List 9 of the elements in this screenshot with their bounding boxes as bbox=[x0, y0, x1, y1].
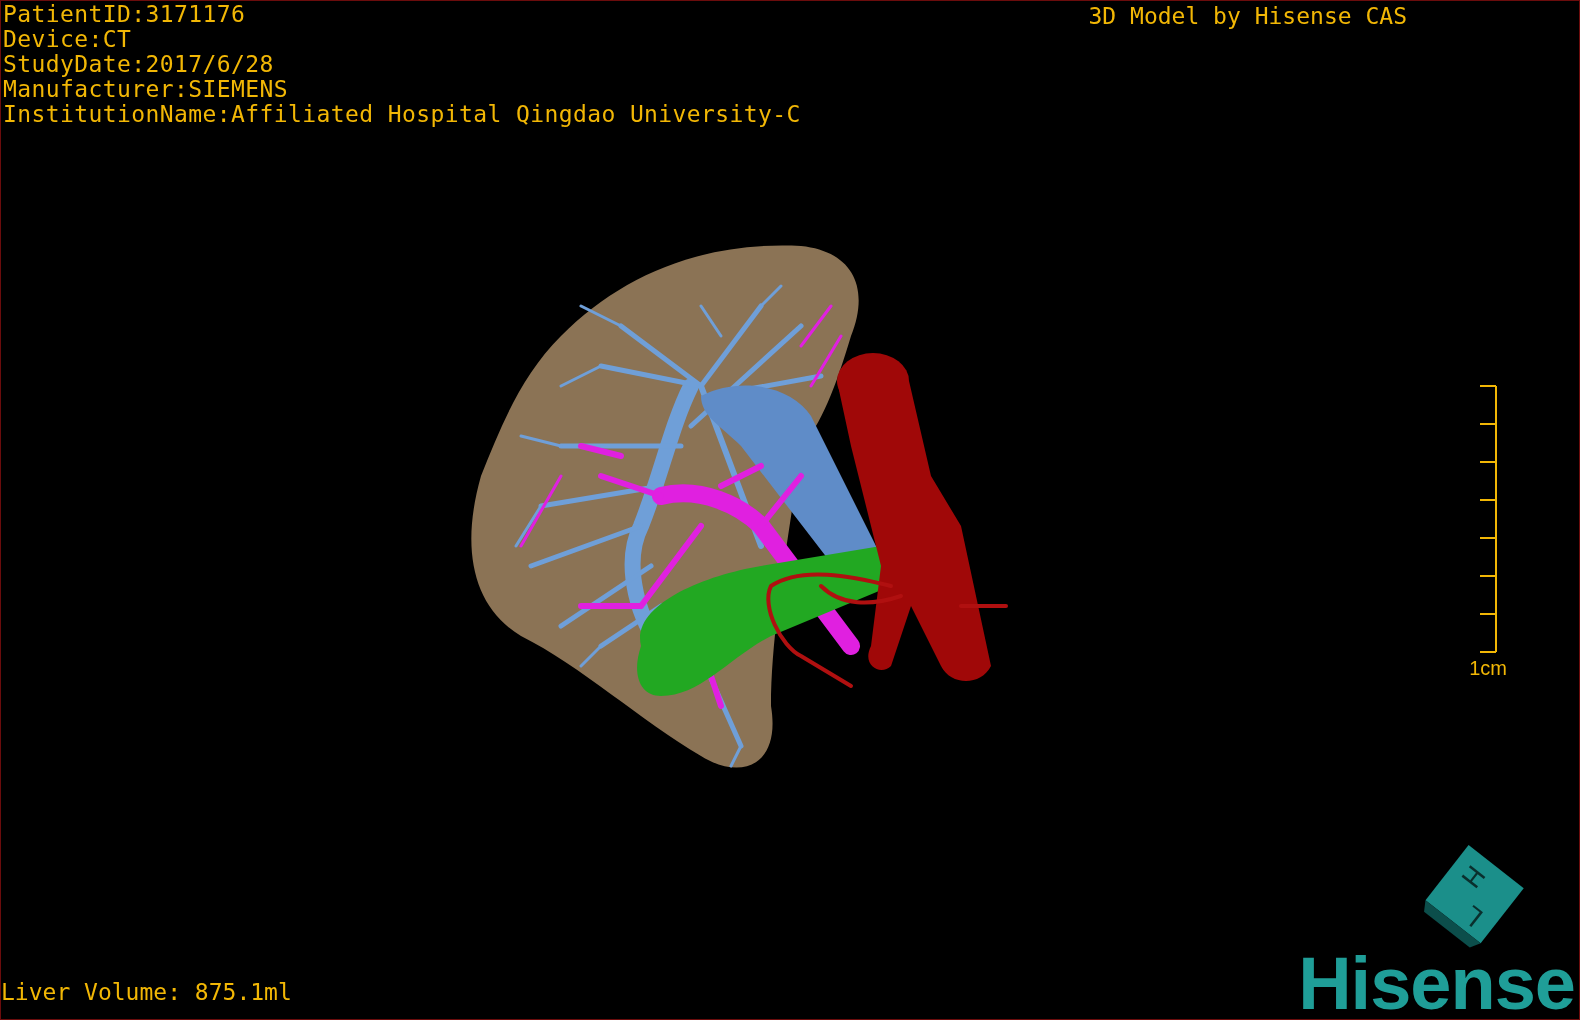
patient-info-text: Device:CT bbox=[3, 27, 133, 52]
scale-label: 1cm bbox=[1469, 656, 1507, 681]
patient-info-text: Manufacturer:SIEMENS bbox=[3, 77, 289, 102]
viewer-title: 3D Model by Hisense CAS bbox=[1088, 2, 1408, 31]
patient-info-text: StudyDate:2017/6/28 bbox=[3, 52, 275, 77]
patient-info-text: InstitutionName:Affiliated Hospital Qingdao University-C bbox=[3, 102, 801, 127]
liver-volume-text: Liver Volume: 875.1ml bbox=[1, 980, 292, 1007]
hisense-logo: Hisense bbox=[1298, 949, 1576, 1019]
patient-info-text: PatientID:3171176 bbox=[3, 2, 247, 27]
